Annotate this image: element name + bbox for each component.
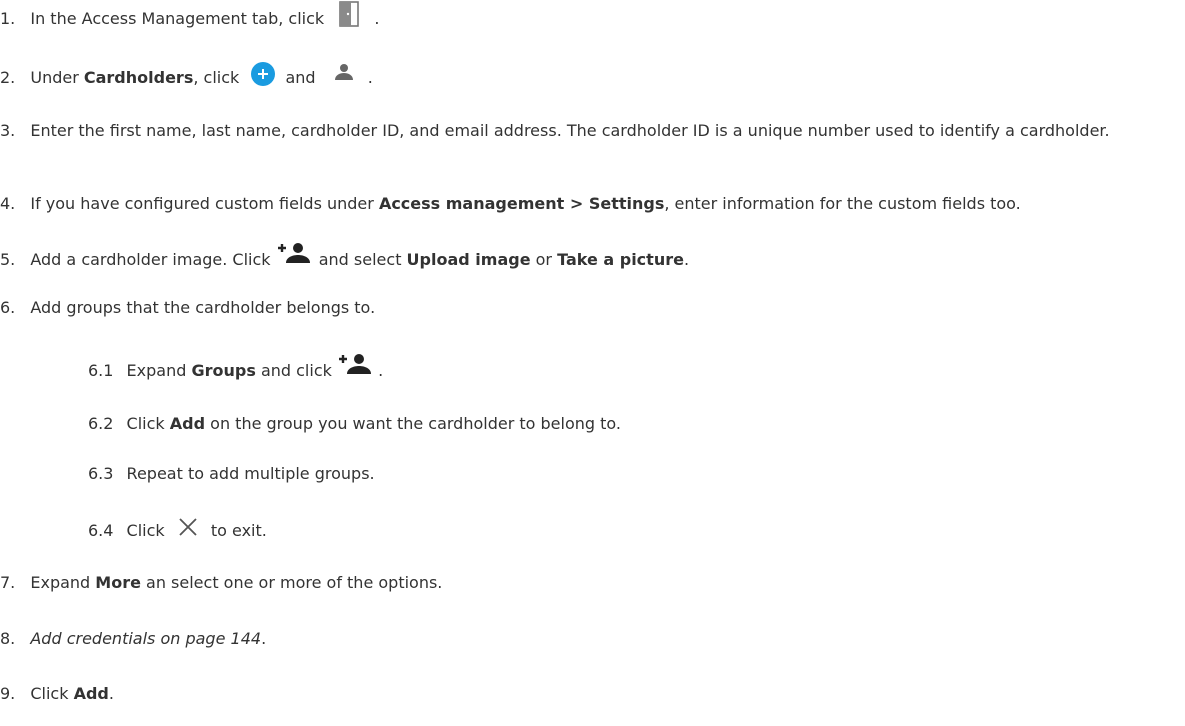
substep-number: 6.3 bbox=[88, 464, 114, 483]
add-person-icon bbox=[338, 353, 373, 375]
step-9: 9. Click Add. bbox=[0, 683, 114, 705]
step-text: Expand bbox=[30, 573, 96, 592]
step-2: 2. Under Cardholders, click and . bbox=[0, 61, 373, 89]
step-4: 4. If you have configured custom fields … bbox=[0, 193, 1021, 215]
step-text: In the Access Management tab, click bbox=[30, 9, 325, 28]
step-bold: More bbox=[95, 573, 141, 592]
step-text: If you have configured custom fields und… bbox=[30, 194, 379, 213]
step-bold: Access management > Settings bbox=[378, 194, 665, 213]
step-number: 3. bbox=[0, 121, 16, 140]
step-bold: Add bbox=[73, 684, 109, 703]
substep-text-mid: and click bbox=[255, 361, 332, 380]
close-icon bbox=[178, 517, 198, 537]
step-number: 6. bbox=[0, 298, 16, 317]
cross-reference-link[interactable]: Add credentials on page 144 bbox=[30, 629, 261, 648]
substep-text: Click bbox=[126, 414, 170, 433]
substep-text-end: to exit. bbox=[210, 521, 267, 540]
step-text-or: or bbox=[530, 250, 558, 269]
door-icon bbox=[339, 0, 360, 27]
step-6: 6. Add groups that the cardholder belong… bbox=[0, 297, 375, 319]
step-text-mid: and select bbox=[318, 250, 407, 269]
step-bold-1: Upload image bbox=[406, 250, 531, 269]
step-text-end: , enter information for the custom field… bbox=[664, 194, 1021, 213]
step-8: 8. Add credentials on page 144. bbox=[0, 628, 266, 650]
step-text-end: . bbox=[108, 684, 114, 703]
substep-number: 6.4 bbox=[88, 521, 114, 540]
substep-6-4: 6.4 Click to exit. bbox=[88, 517, 267, 542]
substep-6-3: 6.3 Repeat to add multiple groups. bbox=[88, 463, 375, 485]
step-5: 5. Add a cardholder image. Click and sel… bbox=[0, 242, 690, 271]
step-text-end: . bbox=[261, 629, 267, 648]
person-icon bbox=[333, 63, 355, 81]
substep-text-end: on the group you want the cardholder to … bbox=[205, 414, 622, 433]
substep-text: Click bbox=[126, 521, 165, 540]
step-number: 9. bbox=[0, 684, 16, 703]
step-text-end: . bbox=[683, 250, 690, 269]
step-text: Enter the first name, last name, cardhol… bbox=[30, 121, 1110, 140]
step-7: 7. Expand More an select one or more of … bbox=[0, 572, 442, 594]
step-text: Add a cardholder image. Click bbox=[30, 250, 271, 269]
substep-text: Repeat to add multiple groups. bbox=[126, 464, 375, 483]
substep-number: 6.2 bbox=[88, 414, 114, 433]
step-text: Add groups that the cardholder belongs t… bbox=[30, 298, 376, 317]
substep-text: Expand bbox=[126, 361, 192, 380]
step-text: Click bbox=[30, 684, 74, 703]
step-number: 4. bbox=[0, 194, 16, 213]
step-1: 1. In the Access Management tab, click . bbox=[0, 0, 380, 30]
step-text: Under bbox=[30, 68, 84, 87]
step-bold: Cardholders bbox=[83, 68, 194, 87]
step-text-end: . bbox=[374, 9, 380, 28]
step-3: 3. Enter the first name, last name, card… bbox=[0, 118, 1180, 144]
step-text-end: . bbox=[367, 68, 373, 87]
substep-text-end: . bbox=[378, 361, 384, 380]
step-text-mid: , click bbox=[193, 68, 240, 87]
substep-6-2: 6.2 Click Add on the group you want the … bbox=[88, 413, 621, 435]
step-number: 8. bbox=[0, 629, 16, 648]
substep-6-1: 6.1 Expand Groups and click . bbox=[88, 353, 384, 382]
step-bold-2: Take a picture bbox=[557, 250, 684, 269]
substep-number: 6.1 bbox=[88, 361, 114, 380]
step-number: 1. bbox=[0, 9, 16, 28]
step-text-end: an select one or more of the options. bbox=[140, 573, 443, 592]
step-number: 5. bbox=[0, 250, 16, 269]
add-circle-icon bbox=[250, 61, 276, 87]
add-person-icon bbox=[277, 242, 312, 264]
step-text-and: and bbox=[285, 68, 316, 87]
step-number: 7. bbox=[0, 573, 16, 592]
substep-bold: Groups bbox=[191, 361, 256, 380]
substep-bold: Add bbox=[169, 414, 206, 433]
step-number: 2. bbox=[0, 68, 16, 87]
